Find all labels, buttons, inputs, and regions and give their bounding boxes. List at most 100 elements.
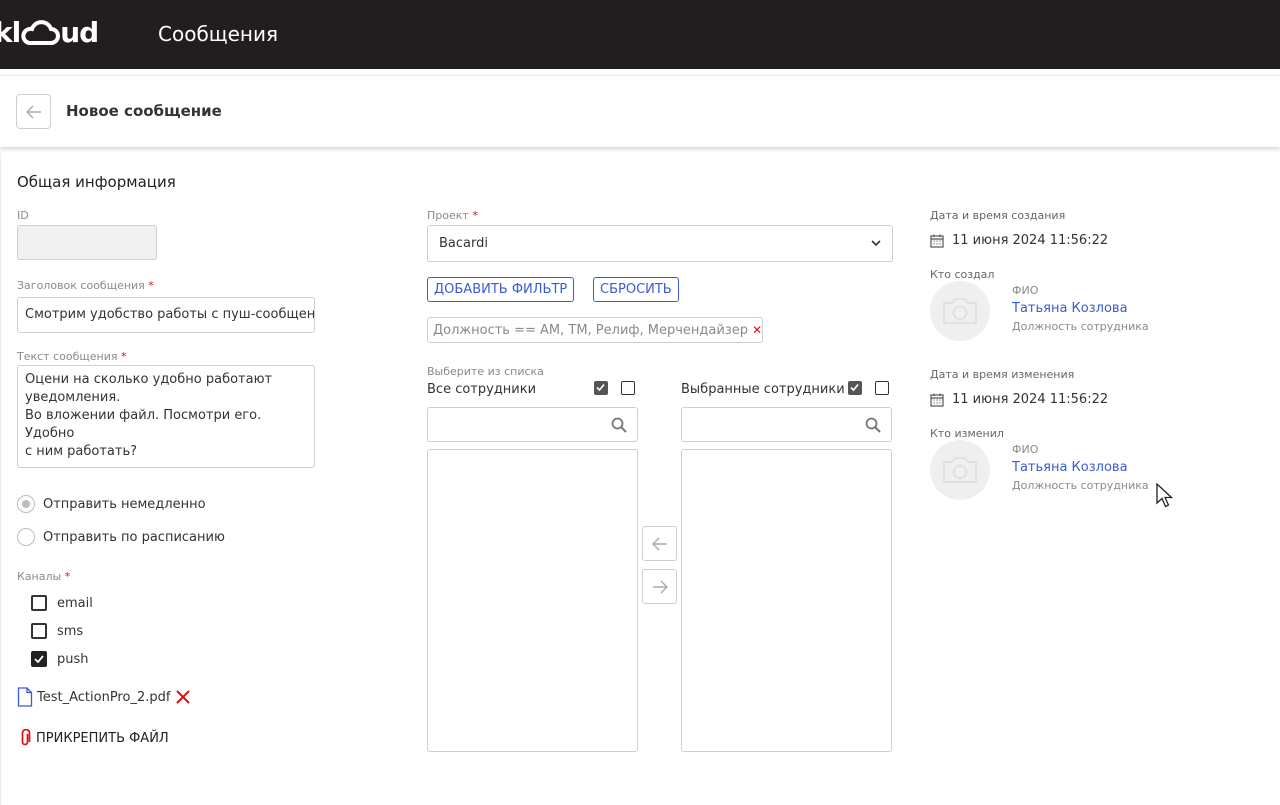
- selected-employees-search-input[interactable]: [681, 407, 892, 442]
- required-mark: *: [472, 209, 478, 222]
- id-field: [17, 225, 157, 260]
- calendar-icon: [930, 234, 944, 248]
- modified-date: 11 июня 2024 11:56:22: [930, 392, 1108, 407]
- project-label: Проект *: [427, 209, 478, 222]
- channel-sms-label: sms: [57, 623, 84, 639]
- top-bar: kl ud Сообщения: [0, 0, 1280, 69]
- arrow-left-icon: [651, 537, 667, 550]
- cloud-logo-icon: [21, 20, 61, 45]
- created-by-label: Кто создал: [930, 268, 995, 281]
- logo-text-head: kl: [0, 16, 21, 49]
- channel-push[interactable]: push: [31, 651, 89, 667]
- selected-employees-label: Выбранные сотрудники: [681, 382, 845, 397]
- remove-filter-icon[interactable]: ✕: [752, 323, 762, 337]
- mouse-cursor-icon: [1156, 483, 1174, 508]
- radio-unselected[interactable]: [17, 528, 35, 546]
- arrow-right-icon: [652, 580, 668, 593]
- filter-chip-text: Должность == АМ, ТМ, Релиф, Мерчендайзер: [433, 323, 748, 338]
- text-label: Текст сообщения *: [17, 350, 126, 363]
- creator-name-link[interactable]: Татьяна Козлова: [1012, 301, 1128, 316]
- modified-by-label: Кто изменил: [930, 427, 1004, 440]
- radio-dot: [22, 500, 30, 508]
- back-button[interactable]: [16, 94, 51, 129]
- selected-all-checked-checkbox[interactable]: [848, 381, 862, 395]
- text-label-text: Текст сообщения: [17, 350, 118, 363]
- app-section-title: Сообщения: [158, 22, 279, 46]
- all-employees-search-input[interactable]: [427, 407, 638, 442]
- project-value: Bacardi: [439, 236, 488, 251]
- camera-icon: [943, 457, 977, 483]
- move-left-button[interactable]: [642, 526, 677, 561]
- channel-push-label: push: [57, 651, 89, 667]
- attached-file: Test_ActionPro_2.pdf: [17, 687, 191, 707]
- select-all-checked-checkbox[interactable]: [594, 381, 608, 395]
- attach-file-label: ПРИКРЕПИТЬ ФАЙЛ: [36, 730, 169, 746]
- subject-label: Заголовок сообщения *: [17, 279, 154, 292]
- modifier-avatar: [930, 440, 990, 500]
- radio-selected[interactable]: [17, 495, 35, 513]
- all-employees-list[interactable]: [427, 449, 638, 752]
- checkmark-icon: [34, 655, 44, 663]
- section-title: Общая информация: [17, 173, 176, 191]
- selected-all-empty-checkbox[interactable]: [875, 381, 889, 395]
- message-textarea[interactable]: Оцени на сколько удобно работают уведомл…: [17, 365, 315, 468]
- arrow-left-icon: [25, 105, 41, 118]
- created-date: 11 июня 2024 11:56:22: [930, 233, 1108, 248]
- project-select[interactable]: Bacardi: [427, 225, 893, 262]
- modified-label: Дата и время изменения: [930, 368, 1075, 381]
- send-scheduled-option[interactable]: Отправить по расписанию: [17, 528, 225, 546]
- file-name[interactable]: Test_ActionPro_2.pdf: [37, 690, 170, 705]
- modifier-name-link[interactable]: Татьяна Козлова: [1012, 460, 1128, 475]
- send-scheduled-label: Отправить по расписанию: [43, 529, 225, 545]
- reset-button[interactable]: СБРОСИТЬ: [593, 277, 679, 302]
- modified-date-value: 11 июня 2024 11:56:22: [952, 392, 1109, 407]
- selected-employees-list[interactable]: [681, 449, 892, 752]
- created-label: Дата и время создания: [930, 209, 1066, 222]
- checkmark-icon: [596, 383, 605, 392]
- select-from-list-label: Выберите из списка: [427, 365, 544, 378]
- attach-file-button[interactable]: ПРИКРЕПИТЬ ФАЙЛ: [19, 729, 169, 747]
- required-mark: *: [64, 570, 71, 583]
- subject-input[interactable]: Смотрим удобство работы с пуш-сообщениям…: [17, 297, 315, 333]
- creator-position: Должность сотрудника: [1012, 320, 1149, 333]
- channel-email[interactable]: email: [31, 595, 93, 611]
- modifier-position: Должность сотрудника: [1012, 479, 1149, 492]
- search-icon[interactable]: [611, 417, 627, 433]
- checkbox-sms[interactable]: [31, 623, 47, 639]
- creator-fio-label: ФИО: [1012, 284, 1039, 297]
- select-all-empty-checkbox[interactable]: [621, 381, 635, 395]
- checkmark-icon: [850, 383, 859, 392]
- subject-label-text: Заголовок сообщения: [17, 279, 145, 292]
- channels-label: Каналы *: [17, 570, 70, 583]
- filter-chip: Должность == АМ, ТМ, Релиф, Мерчендайзер…: [427, 317, 763, 343]
- modifier-fio-label: ФИО: [1012, 443, 1039, 456]
- send-now-option[interactable]: Отправить немедленно: [17, 495, 206, 513]
- channel-email-label: email: [57, 595, 93, 611]
- required-mark: *: [120, 350, 127, 363]
- logo-text-tail: ud: [60, 16, 99, 49]
- page-header: Новое сообщение: [0, 75, 1280, 147]
- camera-icon: [943, 298, 977, 324]
- calendar-icon: [930, 393, 944, 407]
- project-label-text: Проект: [427, 209, 469, 222]
- message-form-card: Общая информация ID Заголовок сообщения …: [0, 153, 1280, 805]
- chevron-down-icon: [871, 240, 881, 247]
- channel-sms[interactable]: sms: [31, 623, 83, 639]
- search-icon[interactable]: [865, 417, 881, 433]
- created-date-value: 11 июня 2024 11:56:22: [952, 233, 1109, 248]
- all-employees-label: Все сотрудники: [427, 382, 537, 397]
- creator-avatar: [930, 281, 990, 341]
- required-mark: *: [148, 279, 154, 292]
- page-title: Новое сообщение: [66, 102, 222, 120]
- remove-file-icon[interactable]: [176, 690, 191, 704]
- app-logo[interactable]: kl ud: [0, 16, 99, 49]
- send-now-label: Отправить немедленно: [43, 496, 206, 512]
- checkbox-email[interactable]: [31, 595, 47, 611]
- channels-label-text: Каналы: [17, 570, 62, 583]
- move-right-button[interactable]: [642, 569, 677, 604]
- paperclip-icon: [21, 729, 31, 746]
- add-filter-button[interactable]: ДОБАВИТЬ ФИЛЬТР: [427, 277, 575, 302]
- checkbox-push[interactable]: [31, 651, 47, 667]
- file-icon: [17, 687, 33, 707]
- id-label: ID: [17, 209, 29, 222]
